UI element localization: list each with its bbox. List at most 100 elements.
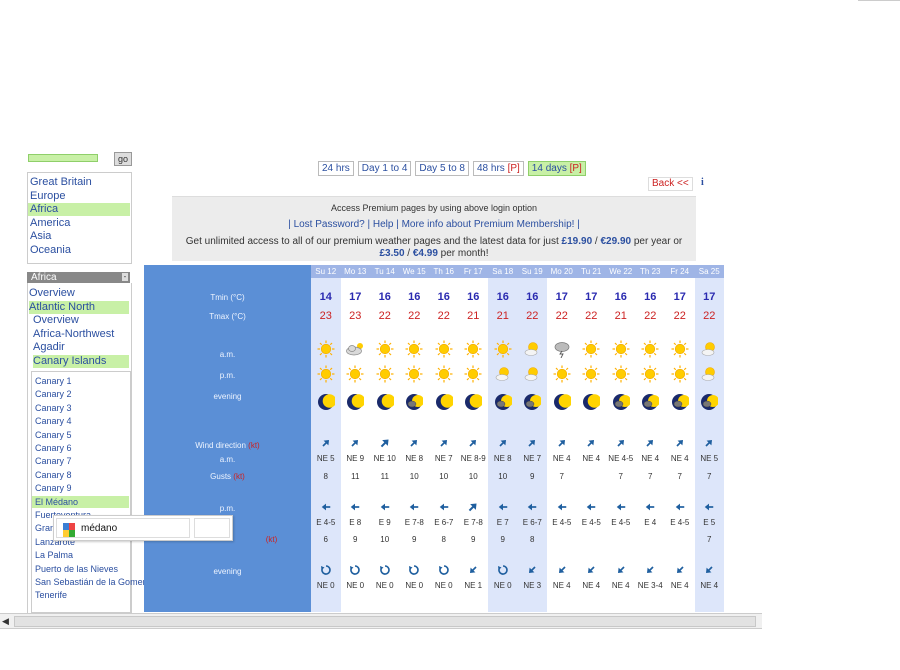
day-header: Th 16	[429, 265, 459, 278]
moon-icon	[435, 393, 455, 411]
wind-arrow-icon	[556, 437, 568, 449]
tab[interactable]: Day 1 to 4	[357, 161, 412, 176]
day-header: Sa 25	[694, 265, 724, 278]
premium-links[interactable]: | Lost Password? | Help | More info abou…	[172, 219, 696, 230]
sun-icon	[612, 340, 630, 358]
tab[interactable]: Day 5 to 8	[415, 161, 469, 176]
wind-arrow-icon	[467, 437, 479, 449]
wind-arrow-icon	[349, 501, 361, 513]
canary-link[interactable]: Canary 5	[35, 429, 72, 441]
tmin-value: 16	[467, 291, 480, 303]
canary-link[interactable]: Canary 4	[35, 415, 72, 427]
wind-arrow-icon	[408, 564, 420, 576]
wind-arrow-icon	[526, 564, 538, 576]
africa-link[interactable]: Overview	[29, 287, 129, 300]
tmin-value: 16	[378, 291, 391, 303]
canary-link[interactable]: El Médano	[32, 495, 129, 508]
wind-arrow-icon	[703, 564, 715, 576]
wind-pm-value: E 7-8	[404, 518, 424, 527]
scroll-left-icon[interactable]: ◀	[2, 616, 9, 627]
wind-arrow-icon	[674, 564, 686, 576]
canary-link[interactable]: Canary 9	[35, 482, 72, 494]
canary-link[interactable]: Canary 6	[35, 442, 72, 454]
tab[interactable]: 14 days [P]	[527, 161, 586, 176]
wind-unit: (kt)	[248, 441, 260, 450]
wind-evening-value: NE 4	[582, 581, 601, 590]
region-list: Great Britain Europe Africa America Asia Ocea…	[27, 172, 132, 264]
wind-am-value: NE 8	[405, 454, 424, 463]
moon-icon	[376, 393, 396, 411]
canary-link[interactable]: Canary 8	[35, 469, 72, 481]
wind-am-value: NE 4	[641, 454, 660, 463]
africa-link[interactable]: Canary Islands	[33, 354, 129, 368]
moon-cloud-icon	[612, 393, 631, 411]
price-eur-year: €29.90	[600, 236, 632, 247]
gust-am-value: 11	[351, 472, 360, 481]
wind-arrow-icon	[320, 564, 332, 576]
back-link[interactable]: Back <<	[648, 177, 693, 191]
tab-label: 14 days	[531, 163, 570, 174]
wind-pm-value: E 7	[496, 518, 509, 527]
wind-direction-text: Wind direction	[195, 441, 249, 450]
search-input[interactable]	[28, 154, 98, 162]
region-link[interactable]: Africa	[28, 203, 130, 216]
tmax-value: 22	[673, 310, 686, 322]
scrollbar-thumb[interactable]	[14, 616, 756, 627]
canary-link[interactable]: Canary 3	[35, 402, 72, 414]
day-column: Th 23 16 22 NE 4 7 E 4 NE 3-4	[635, 265, 665, 612]
horizontal-scrollbar[interactable]: ◀	[0, 613, 762, 629]
day-column: Sa 25 17 22 NE 5 7 E 5 7 NE 4	[694, 265, 724, 612]
canary-link[interactable]: Canary 2	[35, 388, 72, 400]
canary-link[interactable]: Canary 7	[35, 455, 72, 467]
tmax-value: 23	[319, 310, 332, 322]
sun-icon	[582, 365, 600, 383]
wind-evening-value: NE 0	[375, 581, 394, 590]
search-go-button[interactable]: go	[114, 152, 132, 166]
day-column: Tu 14 16 22 NE 10 11 E 9 10 NE 0	[370, 265, 400, 612]
sun-icon	[464, 340, 482, 358]
canary-link[interactable]: Puerto de las Nieves	[35, 563, 118, 575]
tmin-value: 17	[349, 291, 362, 303]
canary-link[interactable]: San Sebastián de la Gomera	[35, 576, 151, 588]
region-link[interactable]: America	[30, 217, 70, 230]
africa-link[interactable]: Atlantic North	[29, 300, 129, 314]
region-link[interactable]: Europe	[30, 190, 65, 203]
wind-arrow-icon	[585, 501, 597, 513]
sun-icon	[641, 365, 659, 383]
region-link[interactable]: Great Britain	[30, 176, 92, 189]
collapse-icon[interactable]: -	[122, 273, 128, 281]
info-icon[interactable]: i	[701, 177, 704, 188]
tab[interactable]: 24 hrs	[318, 161, 354, 176]
region-link[interactable]: Asia	[30, 230, 51, 243]
africa-section-header[interactable]: Africa -	[27, 272, 130, 283]
wind-am-value: NE 4	[670, 454, 689, 463]
tmin-value: 16	[644, 291, 657, 303]
tmin-value: 14	[319, 291, 332, 303]
wind-arrow-icon	[526, 501, 538, 513]
autocomplete-suggestion[interactable]: médano	[56, 518, 190, 538]
wind-evening-value: NE 0	[316, 581, 335, 590]
wind-arrow-icon	[703, 437, 715, 449]
wind-arrow-icon	[703, 501, 715, 513]
region-link[interactable]: Oceania	[30, 244, 71, 257]
tmin-value: 16	[526, 291, 539, 303]
africa-link[interactable]: Overview	[33, 314, 129, 327]
canary-link[interactable]: La Palma	[35, 549, 73, 561]
wind-arrow-icon	[556, 564, 568, 576]
wind-arrow-icon	[467, 501, 479, 513]
sun-cloud-icon	[700, 365, 718, 383]
am-label: a.m.	[219, 350, 236, 359]
sun-icon	[405, 340, 423, 358]
pricing-text: per month!	[437, 248, 489, 259]
tab[interactable]: 48 hrs [P]	[472, 161, 524, 176]
gust-am-value: 7	[707, 472, 712, 481]
wind-evening-value: NE 0	[434, 581, 453, 590]
tmin-value: 17	[703, 291, 716, 303]
canary-link[interactable]: Canary 1	[35, 375, 72, 387]
africa-link[interactable]: Africa-Northwest	[33, 328, 129, 341]
africa-link[interactable]: Agadir	[33, 341, 129, 354]
wind-arrow-icon	[379, 437, 391, 449]
canary-link[interactable]: Tenerife	[35, 589, 67, 601]
wind-am-value: NE 8	[493, 454, 512, 463]
autocomplete-popup[interactable]: médano	[53, 515, 233, 541]
